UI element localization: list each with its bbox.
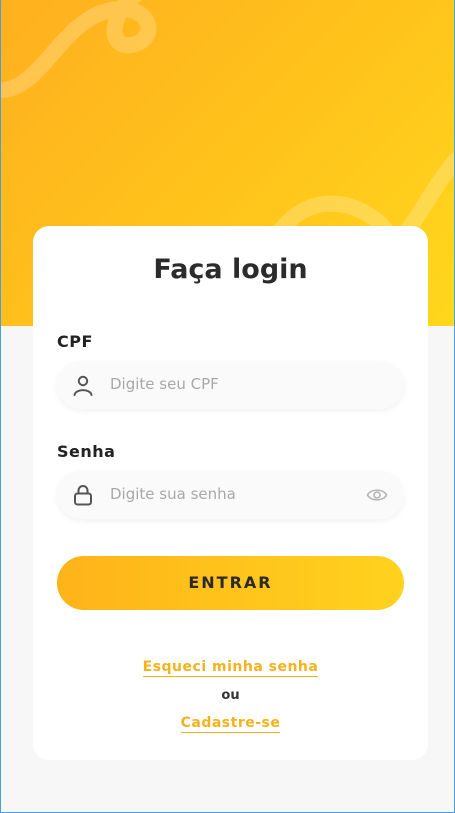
cpf-label: CPF — [57, 332, 93, 351]
separator-text: ou — [221, 688, 240, 703]
login-card: Faça login CPF Digite seu CPF Senha Digi… — [33, 226, 428, 760]
signup-link[interactable]: Cadastre-se — [180, 715, 281, 733]
submit-button[interactable]: ENTRAR — [57, 556, 404, 610]
app-frame: Faça login CPF Digite seu CPF Senha Digi… — [0, 0, 455, 813]
page-title: Faça login — [153, 254, 308, 285]
password-label: Senha — [57, 442, 116, 461]
forgot-password-link-row: Esqueci minha senha — [33, 659, 428, 677]
cpf-field[interactable]: Digite seu CPF — [57, 361, 404, 409]
password-field[interactable]: Digite sua senha — [57, 471, 404, 519]
eye-icon[interactable] — [366, 485, 388, 505]
user-icon — [73, 375, 93, 396]
forgot-password-link[interactable]: Esqueci minha senha — [142, 659, 319, 677]
lock-icon — [74, 485, 92, 506]
cpf-input[interactable]: Digite seu CPF — [110, 375, 219, 393]
signup-link-row: Cadastre-se — [33, 715, 428, 733]
password-input[interactable]: Digite sua senha — [110, 485, 236, 503]
